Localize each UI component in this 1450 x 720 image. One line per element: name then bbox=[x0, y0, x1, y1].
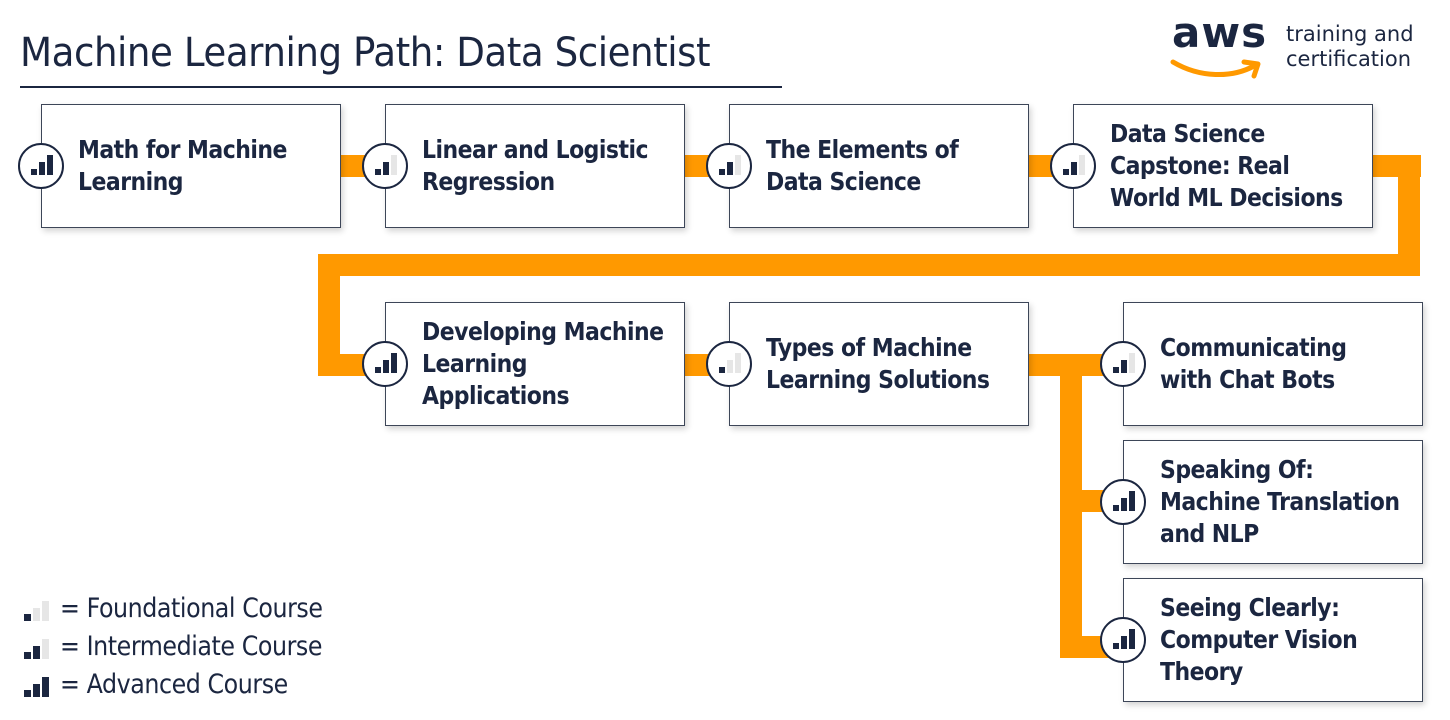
course-level-badge bbox=[1050, 143, 1096, 189]
level-bar bbox=[47, 155, 53, 175]
aws-training-logo: aws training and certification bbox=[1170, 8, 1430, 84]
course-title: Math for Machine Learning bbox=[78, 135, 287, 196]
level-bar bbox=[39, 162, 45, 175]
title-underline bbox=[20, 86, 782, 88]
level-bar bbox=[735, 155, 741, 175]
intermediate-level-icon bbox=[24, 639, 52, 659]
level-bars-icon bbox=[1113, 629, 1135, 649]
logo-caption: training and certification bbox=[1286, 22, 1414, 72]
level-bars-icon bbox=[31, 155, 53, 175]
level-bar bbox=[24, 652, 31, 659]
level-bar bbox=[24, 690, 31, 697]
course-title: The Elements of Data Science bbox=[766, 135, 959, 196]
advanced-level-icon bbox=[24, 677, 52, 697]
legend-label: = Intermediate Course bbox=[60, 631, 323, 662]
course-level-badge bbox=[18, 143, 64, 189]
level-bar bbox=[1129, 491, 1135, 511]
level-bar bbox=[1113, 367, 1119, 373]
course-title: Seeing Clearly: Computer Vision Theory bbox=[1160, 593, 1358, 686]
course-level-badge bbox=[1100, 341, 1146, 387]
course-level-badge bbox=[1100, 479, 1146, 525]
level-bar bbox=[1129, 353, 1135, 373]
level-bar bbox=[1071, 162, 1077, 175]
aws-smile-icon bbox=[1170, 59, 1261, 79]
level-bar bbox=[727, 360, 733, 373]
path-connector-return bbox=[318, 254, 1420, 276]
level-bar bbox=[42, 639, 49, 659]
course-level-badge bbox=[1100, 617, 1146, 663]
level-bars-icon bbox=[1063, 155, 1085, 175]
course-title: Communicating with Chat Bots bbox=[1160, 333, 1347, 394]
course-level-badge bbox=[706, 143, 752, 189]
level-bar bbox=[1121, 636, 1127, 649]
level-bar bbox=[31, 169, 37, 175]
legend-label: = Foundational Course bbox=[60, 593, 323, 624]
level-bars-icon bbox=[1113, 491, 1135, 511]
course-title: Types of Machine Learning Solutions bbox=[766, 333, 990, 394]
level-bar bbox=[383, 162, 389, 175]
level-bar bbox=[33, 684, 40, 697]
level-bar bbox=[1121, 498, 1127, 511]
level-bar bbox=[42, 677, 49, 697]
level-bar bbox=[33, 608, 40, 621]
level-bar bbox=[391, 353, 397, 373]
level-bars-icon bbox=[1113, 353, 1135, 373]
level-bar bbox=[719, 169, 725, 175]
course-level-badge bbox=[362, 341, 408, 387]
level-bar bbox=[1129, 629, 1135, 649]
legend-label: = Advanced Course bbox=[60, 669, 288, 700]
page-title: Machine Learning Path: Data Scientist bbox=[20, 30, 711, 76]
level-bar bbox=[24, 614, 31, 621]
course-level-badge bbox=[706, 341, 752, 387]
level-bar bbox=[1063, 169, 1069, 175]
level-bar bbox=[727, 162, 733, 175]
level-bar bbox=[383, 360, 389, 373]
course-card-elements-of-data-science[interactable]: The Elements of Data Science bbox=[706, 104, 1029, 228]
level-bar bbox=[1121, 360, 1127, 373]
level-bar bbox=[375, 169, 381, 175]
course-card-math-for-ml[interactable]: Math for Machine Learning bbox=[18, 104, 341, 228]
level-bar bbox=[719, 367, 725, 373]
course-title: Developing Machine Learning Applications bbox=[422, 317, 664, 410]
course-card-machine-translation-nlp[interactable]: Speaking Of: Machine Translation and NLP bbox=[1100, 440, 1423, 564]
level-bar bbox=[391, 155, 397, 175]
level-bar bbox=[33, 646, 40, 659]
level-bars-icon bbox=[719, 155, 741, 175]
course-level-badge bbox=[362, 143, 408, 189]
level-bars-icon bbox=[375, 155, 397, 175]
course-card-developing-ml-applications[interactable]: Developing Machine Learning Applications bbox=[362, 302, 685, 426]
level-bar bbox=[42, 601, 49, 621]
course-card-types-of-ml-solutions[interactable]: Types of Machine Learning Solutions bbox=[706, 302, 1029, 426]
course-title: Linear and Logistic Regression bbox=[422, 135, 649, 196]
aws-wordmark: aws bbox=[1172, 8, 1268, 57]
course-card-computer-vision-theory[interactable]: Seeing Clearly: Computer Vision Theory bbox=[1100, 578, 1423, 702]
course-title: Speaking Of: Machine Translation and NLP bbox=[1160, 455, 1400, 548]
course-title: Data Science Capstone: Real World ML Dec… bbox=[1110, 119, 1343, 212]
level-bar bbox=[375, 367, 381, 373]
level-bar bbox=[735, 353, 741, 373]
level-bars-icon bbox=[719, 353, 741, 373]
course-card-communicating-with-chat-bots[interactable]: Communicating with Chat Bots bbox=[1100, 302, 1423, 426]
level-bar bbox=[1113, 643, 1119, 649]
level-bar bbox=[1079, 155, 1085, 175]
level-bars-icon bbox=[375, 353, 397, 373]
foundational-level-icon bbox=[24, 601, 52, 621]
logo-caption-line1: training and bbox=[1286, 22, 1414, 46]
logo-caption-line2: certification bbox=[1286, 47, 1412, 71]
course-card-data-science-capstone[interactable]: Data Science Capstone: Real World ML Dec… bbox=[1050, 104, 1373, 228]
level-bar bbox=[1113, 505, 1119, 511]
course-card-linear-logistic-regression[interactable]: Linear and Logistic Regression bbox=[362, 104, 685, 228]
